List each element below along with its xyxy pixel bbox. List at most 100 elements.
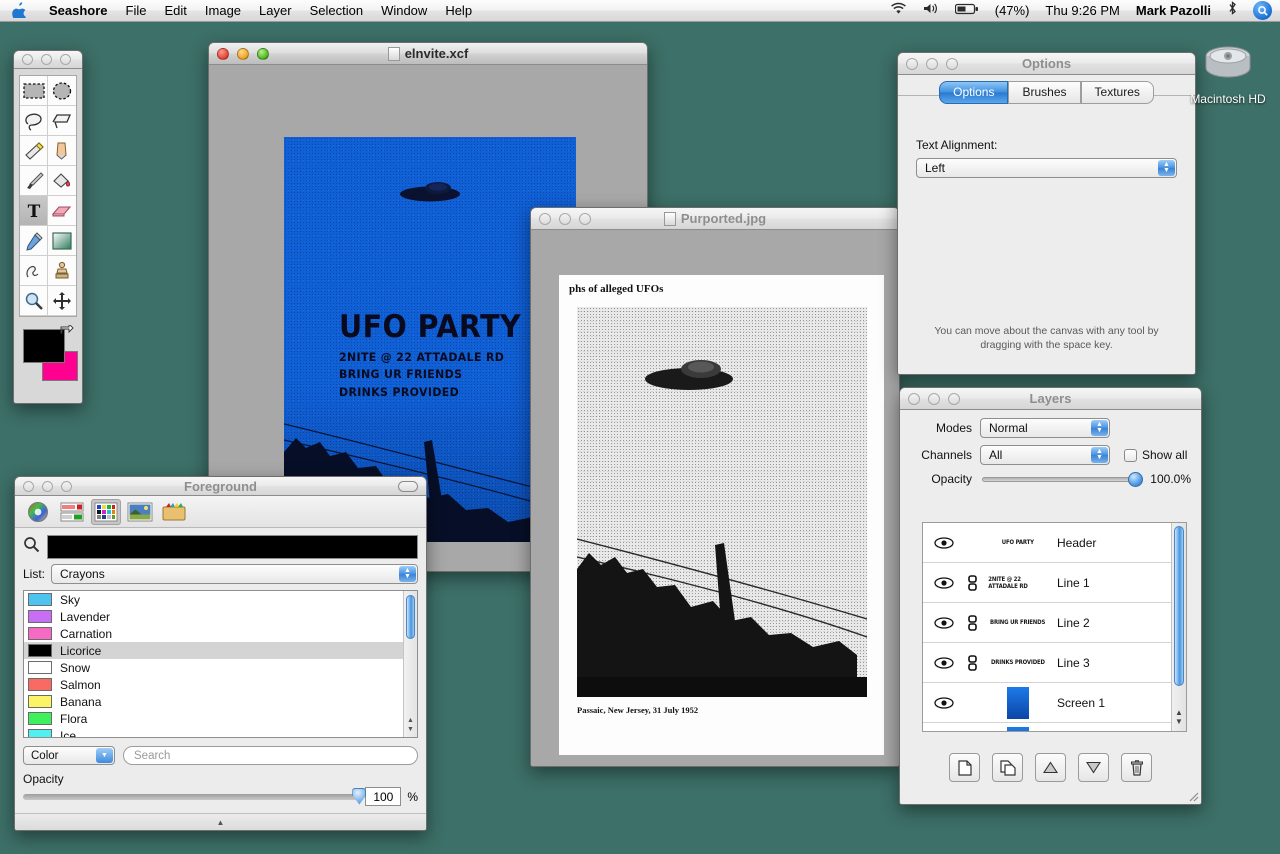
color-filter-select[interactable]: Color ▼ <box>23 746 115 765</box>
move-tool[interactable] <box>48 286 76 316</box>
list-item[interactable]: Licorice <box>24 642 417 659</box>
opacity-slider[interactable] <box>982 477 1137 482</box>
layer-visibility-toggle[interactable] <box>929 577 959 589</box>
close-icon[interactable] <box>22 54 33 65</box>
resize-grip[interactable] <box>1186 789 1199 802</box>
toolbox-titlebar[interactable] <box>14 51 82 69</box>
collapse-chevron-icon[interactable]: ▲ <box>217 818 225 827</box>
tab-options[interactable]: Options <box>939 81 1008 104</box>
minimize-icon[interactable] <box>926 58 938 70</box>
foreground-titlebar[interactable]: Foreground <box>15 477 426 496</box>
foreground-color-panel[interactable]: Foreground <box>14 476 427 831</box>
new-layer-button[interactable] <box>949 753 980 782</box>
layer-visibility-toggle[interactable] <box>929 617 959 629</box>
zoom-icon[interactable] <box>579 213 591 225</box>
scroll-down-icon[interactable]: ▼ <box>407 725 414 734</box>
swap-colors-icon[interactable] <box>60 325 74 344</box>
minimize-icon[interactable] <box>42 481 53 492</box>
close-icon[interactable] <box>23 481 34 492</box>
menu-file[interactable]: File <box>117 0 156 22</box>
close-icon[interactable] <box>539 213 551 225</box>
close-icon[interactable] <box>908 393 920 405</box>
layer-list-scrollbar[interactable]: ▲ ▼ <box>1171 523 1186 731</box>
tab-textures[interactable]: Textures <box>1081 81 1154 104</box>
menu-seashore[interactable]: Seashore <box>40 0 117 22</box>
palette-list-select[interactable]: Crayons ▲▼ <box>51 564 418 584</box>
list-item[interactable]: Snow <box>24 659 417 676</box>
zoom-icon[interactable] <box>946 58 958 70</box>
delete-layer-button[interactable] <box>1121 753 1152 782</box>
toolbar-toggle-button[interactable] <box>398 481 418 492</box>
table-row[interactable]: 2NITE @ 22 ATTADALE RD Line 1 <box>923 563 1186 603</box>
scrollbar-thumb[interactable] <box>1174 526 1184 686</box>
magnifier-icon[interactable] <box>23 536 40 558</box>
options-titlebar[interactable]: Options <box>898 53 1195 75</box>
layer-link-toggle[interactable] <box>959 575 985 591</box>
ellipse-select-tool[interactable] <box>48 76 76 106</box>
minimize-icon[interactable] <box>559 213 571 225</box>
wifi-icon[interactable] <box>883 0 914 22</box>
einvite-window-controls[interactable] <box>209 48 269 60</box>
foreground-window-controls[interactable] <box>15 481 72 492</box>
text-tool[interactable]: T <box>20 196 48 226</box>
pencil-tool[interactable] <box>48 136 76 166</box>
menu-image[interactable]: Image <box>196 0 250 22</box>
polygon-lasso-tool[interactable] <box>48 106 76 136</box>
text-alignment-select[interactable]: Left ▲▼ <box>916 158 1177 178</box>
paintbrush-tool[interactable] <box>20 166 48 196</box>
clone-stamp-tool[interactable] <box>48 256 76 286</box>
foreground-color-swatch[interactable] <box>23 329 65 363</box>
purported-titlebar[interactable]: Purported.jpg <box>531 208 899 230</box>
menu-help[interactable]: Help <box>436 0 481 22</box>
minimize-icon[interactable] <box>928 393 940 405</box>
battery-icon[interactable] <box>948 0 986 22</box>
layer-visibility-toggle[interactable] <box>929 537 959 549</box>
foreground-opacity-slider[interactable] <box>23 794 359 800</box>
opacity-slider-knob[interactable] <box>1128 472 1143 487</box>
color-palettes-tab[interactable] <box>91 499 121 525</box>
show-all-checkbox-wrap[interactable]: Show all <box>1124 448 1187 462</box>
menu-username[interactable]: Mark Pazolli <box>1129 0 1218 22</box>
scroll-up-icon[interactable]: ▲ <box>407 716 414 725</box>
einvite-titlebar[interactable]: elnvite.xcf <box>209 43 647 65</box>
menu-clock[interactable]: Thu 9:26 PM <box>1038 0 1126 22</box>
foreground-opacity-value[interactable]: 100 <box>365 787 401 806</box>
gradient-tool[interactable] <box>48 226 76 256</box>
layer-name[interactable]: Header <box>1057 536 1096 550</box>
channels-select[interactable]: All ▲▼ <box>980 445 1110 465</box>
layer-name[interactable]: Line 3 <box>1057 656 1090 670</box>
show-all-checkbox[interactable] <box>1124 449 1137 462</box>
close-icon[interactable] <box>906 58 918 70</box>
scrollbar-arrows[interactable]: ▲ ▼ <box>404 713 417 737</box>
list-item[interactable]: Carnation <box>24 625 417 642</box>
zoom-icon[interactable] <box>60 54 71 65</box>
layers-titlebar[interactable]: Layers <box>900 388 1201 410</box>
zoom-tool[interactable] <box>20 286 48 316</box>
list-item[interactable]: Sky <box>24 591 417 608</box>
apple-logo-icon[interactable] <box>12 2 26 18</box>
purported-canvas[interactable]: phs of alleged UFOs Passaic, New Jersey,… <box>531 230 899 767</box>
table-row[interactable]: BRING UR FRIENDS Line 2 <box>923 603 1186 643</box>
modes-select[interactable]: Normal ▲▼ <box>980 418 1110 438</box>
layer-link-toggle[interactable] <box>959 615 985 631</box>
current-color-swatch[interactable] <box>47 535 418 559</box>
lasso-tool[interactable] <box>20 106 48 136</box>
menu-window[interactable]: Window <box>372 0 436 22</box>
layers-panel[interactable]: Layers Modes Normal ▲▼ Channels All ▲▼ S… <box>899 387 1202 805</box>
minimize-icon[interactable] <box>237 48 249 60</box>
list-item[interactable]: Flora <box>24 710 417 727</box>
table-row[interactable]: Screen 1 <box>923 683 1186 723</box>
smudge-tool[interactable] <box>20 256 48 286</box>
spotlight-search-icon[interactable] <box>1253 1 1272 20</box>
options-window-controls[interactable] <box>898 58 958 70</box>
purported-window-controls[interactable] <box>531 213 591 225</box>
duplicate-layer-button[interactable] <box>992 753 1023 782</box>
foreground-opacity-knob[interactable] <box>352 788 366 805</box>
scrollbar-thumb[interactable] <box>406 595 415 639</box>
eyedropper-tool[interactable] <box>20 226 48 256</box>
color-sliders-tab[interactable] <box>57 499 87 525</box>
layer-visibility-toggle[interactable] <box>929 657 959 669</box>
scroll-down-icon[interactable]: ▼ <box>1175 717 1183 726</box>
menu-selection[interactable]: Selection <box>301 0 372 22</box>
list-item[interactable]: Salmon <box>24 676 417 693</box>
